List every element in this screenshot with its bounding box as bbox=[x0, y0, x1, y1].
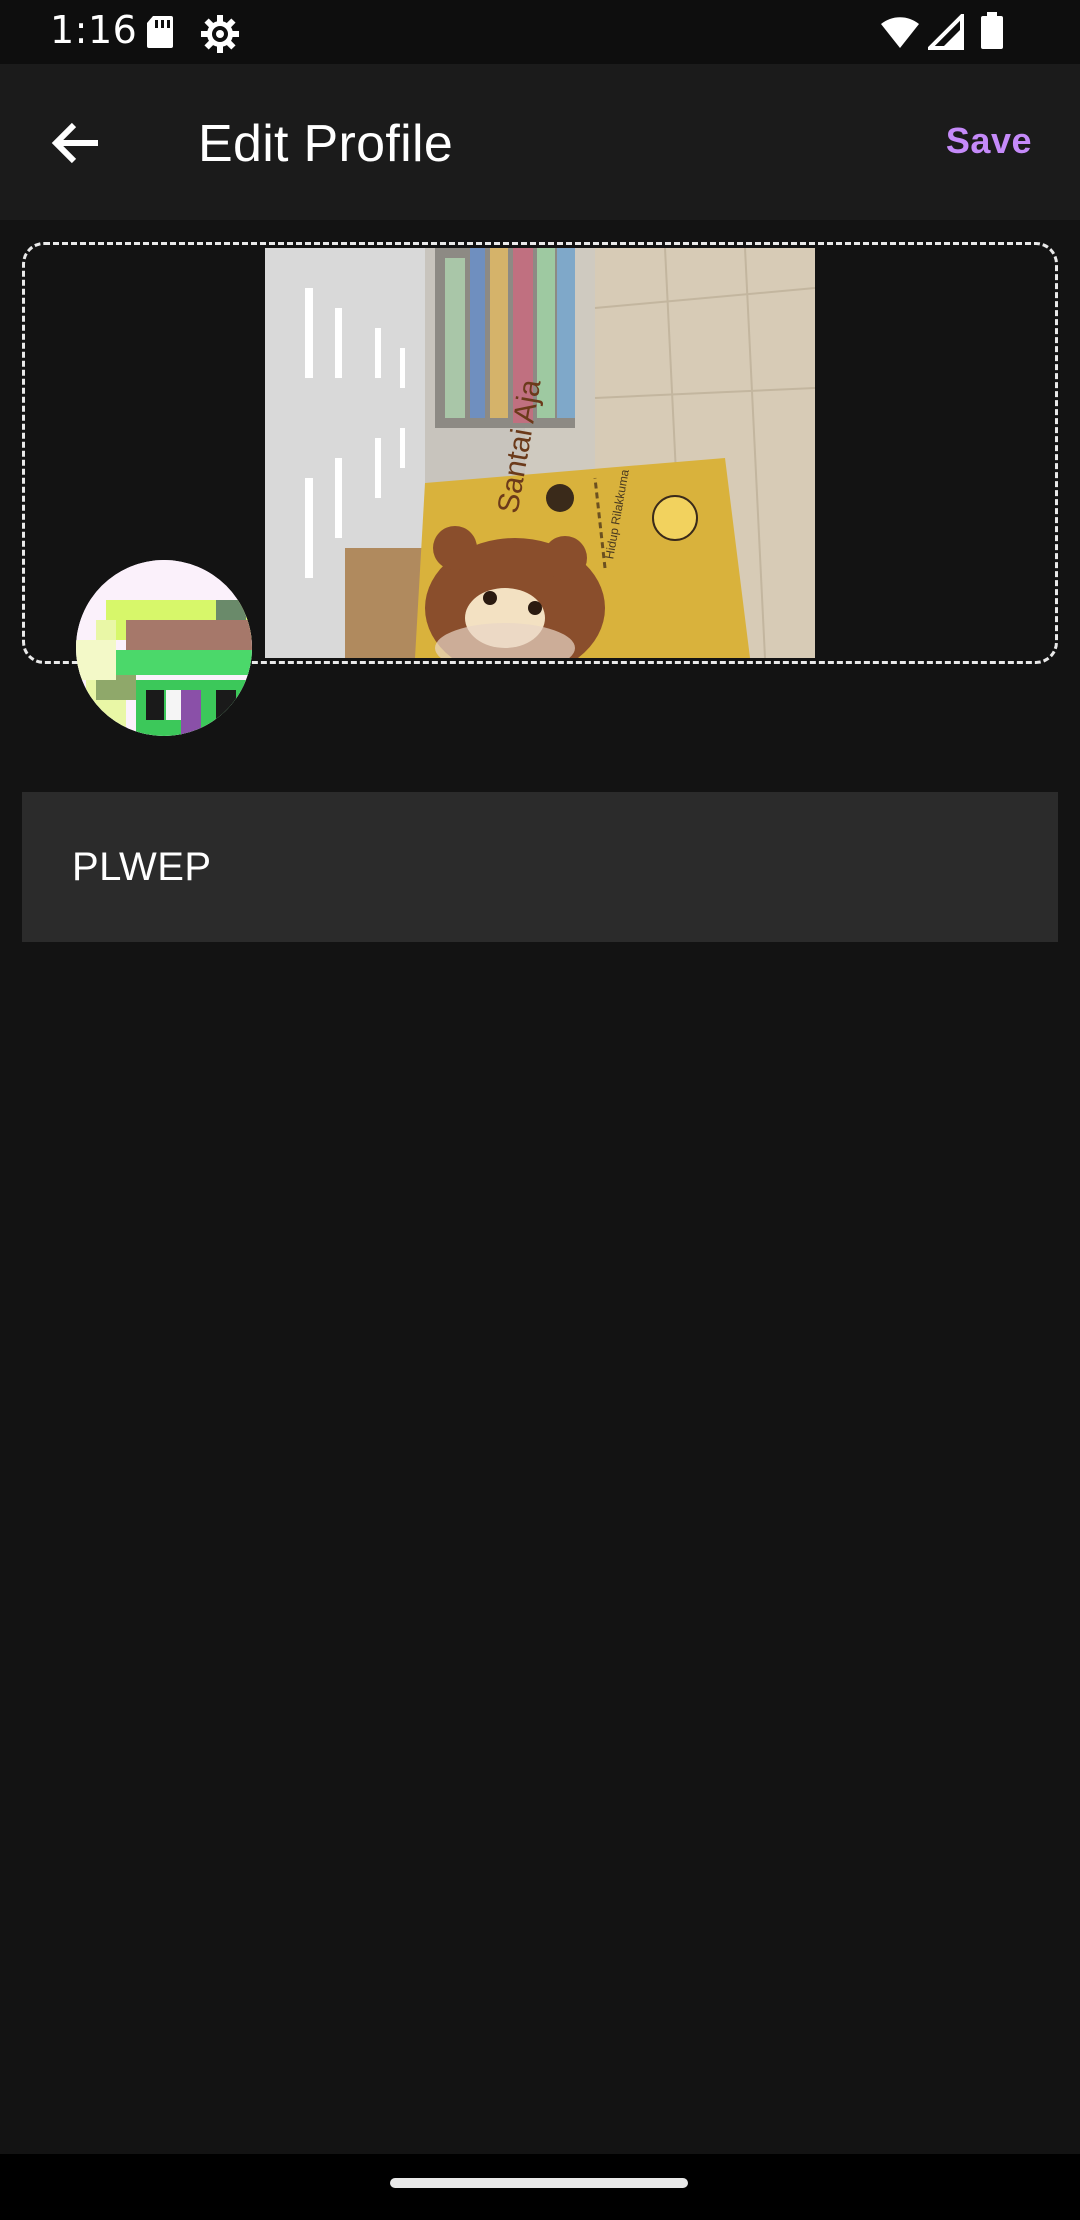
battery-icon bbox=[980, 12, 1004, 55]
name-field[interactable]: PLWEP bbox=[22, 792, 1058, 942]
page-title: Edit Profile bbox=[198, 115, 454, 173]
cover-photo[interactable]: Santai Aja Hidup Rilakkuma bbox=[265, 248, 815, 658]
avatar[interactable] bbox=[76, 560, 252, 736]
app-bar: Edit Profile Save bbox=[0, 64, 1080, 220]
signal-icon bbox=[925, 11, 964, 55]
status-time: 1:16 bbox=[50, 8, 138, 52]
home-indicator[interactable] bbox=[390, 2178, 688, 2188]
back-button[interactable] bbox=[36, 110, 116, 180]
settings-icon bbox=[200, 14, 240, 59]
arrow-left-icon bbox=[50, 121, 102, 170]
edit-profile-screen: 1:16 Edit Profile Save Santai Aja Hidup … bbox=[0, 0, 1080, 2220]
wifi-icon bbox=[880, 16, 920, 55]
save-button[interactable]: Save bbox=[946, 120, 1032, 162]
status-bar: 1:16 bbox=[0, 0, 1080, 64]
name-value: PLWEP bbox=[72, 844, 212, 889]
sd-card-icon bbox=[145, 14, 175, 55]
navigation-bar bbox=[0, 2154, 1080, 2220]
